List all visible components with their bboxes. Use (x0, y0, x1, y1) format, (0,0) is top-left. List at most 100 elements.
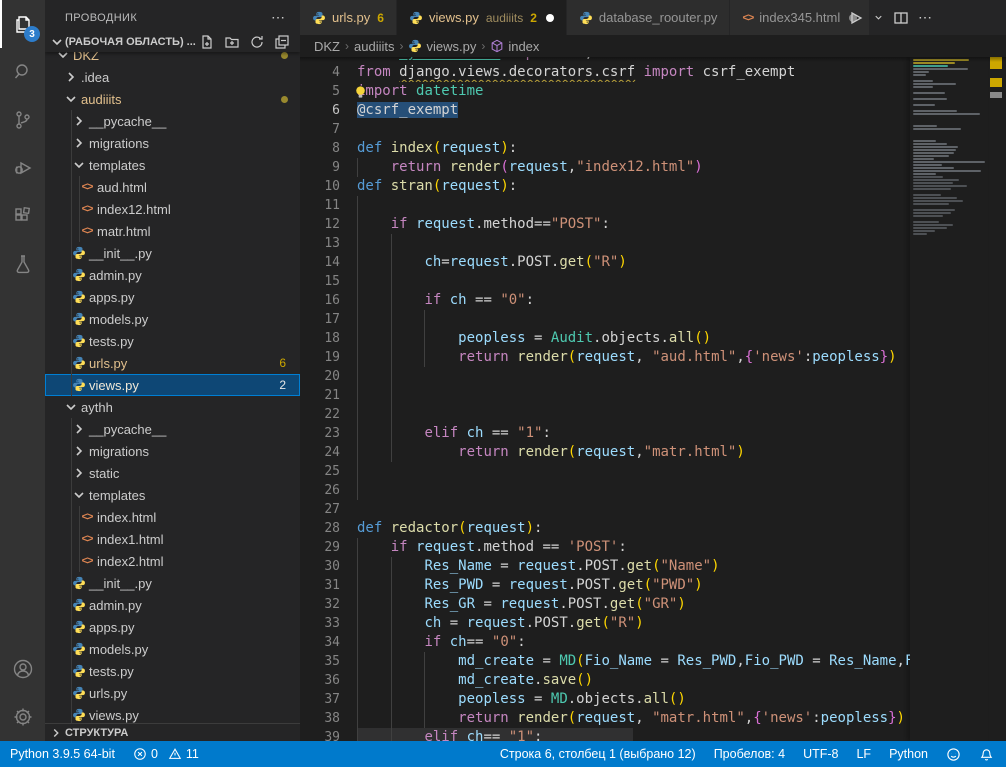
tab-database-roouter-py[interactable]: database_roouter.py (567, 0, 731, 35)
minimap-line (913, 83, 956, 85)
notifications-bell-icon[interactable] (979, 747, 994, 762)
run-python-file-icon[interactable] (846, 9, 864, 27)
tab-views-py[interactable]: views.pyaudiiits2 (397, 0, 567, 35)
line-number: 21 (300, 386, 340, 405)
refresh-icon[interactable] (249, 34, 265, 50)
minimap-line (913, 86, 933, 88)
sidebar-item-templates[interactable]: templates (45, 484, 300, 506)
code-line: 18 peopless = Audit.objects.all() (300, 329, 910, 348)
sidebar-item-admin-py[interactable]: admin.py (45, 264, 300, 286)
python-file-icon (72, 268, 86, 282)
sidebar-item-models-py[interactable]: models.py (45, 638, 300, 660)
new-folder-icon[interactable] (224, 34, 240, 50)
status-bar: Python 3.9.5 64-bit 0 11 Строка 6, столб… (0, 741, 1006, 767)
minimap-line (913, 62, 955, 64)
sidebar-item-aythh[interactable]: aythh (45, 396, 300, 418)
breadcrumb-separator: › (481, 39, 485, 53)
sidebar-item-migrations[interactable]: migrations (45, 132, 300, 154)
minimap-line (913, 221, 939, 223)
sidebar-item-tests-py[interactable]: tests.py (45, 660, 300, 682)
python-file-icon (72, 356, 86, 370)
sidebar-item--init-py[interactable]: __init__.py (45, 572, 300, 594)
eol-status[interactable]: LF (856, 747, 871, 761)
new-file-icon[interactable] (199, 34, 215, 50)
breadcrumb-item-index[interactable]: index (490, 39, 539, 54)
code-line: 35 md_create = MD(Fio_Name = Res_PWD,Fio… (300, 652, 910, 671)
code-line: 12 if request.method=="POST": (300, 215, 910, 234)
sidebar-item-models-py[interactable]: models.py (45, 308, 300, 330)
sidebar-item-index2-html[interactable]: <>index2.html (45, 550, 300, 572)
html-file-icon: <> (82, 203, 93, 215)
explorer-more-icon[interactable]: ⋯ (271, 9, 286, 26)
explorer-icon[interactable]: 3 (0, 0, 45, 48)
breadcrumb-item-DKZ[interactable]: DKZ (314, 39, 340, 54)
python-file-icon (312, 11, 326, 25)
python-file-icon (72, 334, 86, 348)
run-dropdown-chevron-icon[interactable] (873, 12, 884, 23)
code-line: 31 Res_PWD = request.POST.get("PWD") (300, 576, 910, 595)
minimap-line (913, 158, 934, 160)
sidebar-item-aud-html[interactable]: <>aud.html (45, 176, 300, 198)
sidebar-item-index-html[interactable]: <>index.html (45, 506, 300, 528)
breadcrumb-item-views-py[interactable]: views.py (408, 39, 476, 54)
sidebar-item--pycache-[interactable]: __pycache__ (45, 110, 300, 132)
python-interpreter-status[interactable]: Python 3.9.5 64-bit (10, 747, 115, 761)
sidebar-item-urls-py[interactable]: urls.py (45, 682, 300, 704)
code-line: 26 (300, 481, 910, 500)
minimap-line (913, 224, 953, 226)
extensions-icon[interactable] (0, 192, 45, 240)
line-number: 35 (300, 652, 340, 671)
feedback-icon[interactable] (946, 747, 961, 762)
search-icon[interactable] (0, 48, 45, 96)
chevron-down-icon (49, 34, 65, 50)
editor-group: urls.py6views.pyaudiiits2database_rooute… (300, 0, 1006, 741)
settings-gear-icon[interactable] (0, 693, 45, 741)
account-icon[interactable] (0, 645, 45, 693)
editor-actions: ⋯ (846, 0, 933, 35)
sidebar-item-index1-html[interactable]: <>index1.html (45, 528, 300, 550)
sidebar-item-index12-html[interactable]: <>index12.html (45, 198, 300, 220)
problems-status[interactable]: 0 11 (133, 747, 199, 761)
sidebar-item--init-py[interactable]: __init__.py (45, 242, 300, 264)
sidebar-item-matr-html[interactable]: <>matr.html (45, 220, 300, 242)
source-control-icon[interactable] (0, 96, 45, 144)
sidebar-item-views-py[interactable]: views.py2 (45, 374, 300, 396)
split-editor-icon[interactable] (893, 10, 909, 26)
sidebar-item-apps-py[interactable]: apps.py (45, 616, 300, 638)
code-editor[interactable]: 3from aythh.models import MD,Audit4from … (300, 57, 1006, 741)
sidebar-item-audiiits[interactable]: audiiits (45, 88, 300, 110)
cursor-position-status[interactable]: Строка 6, столбец 1 (выбрано 12) (500, 747, 696, 761)
indentation-status[interactable]: Пробелов: 4 (714, 747, 785, 761)
minimap-line (913, 179, 959, 181)
tab-problems-badge: 6 (377, 11, 384, 25)
outline-section-header[interactable]: СТРУКТУРА (45, 723, 300, 741)
html-file-icon: <> (82, 555, 93, 567)
sidebar-item--pycache-[interactable]: __pycache__ (45, 418, 300, 440)
testing-icon[interactable] (0, 240, 45, 288)
sidebar-item-static[interactable]: static (45, 462, 300, 484)
sidebar-item-templates[interactable]: templates (45, 154, 300, 176)
tab-problems-badge: 2 (530, 11, 537, 25)
run-debug-icon[interactable] (0, 144, 45, 192)
line-number: 33 (300, 614, 340, 633)
python-file-icon (72, 598, 86, 612)
sidebar-item-admin-py[interactable]: admin.py (45, 594, 300, 616)
sidebar-item-apps-py[interactable]: apps.py (45, 286, 300, 308)
editor-more-icon[interactable]: ⋯ (918, 9, 933, 26)
line-number: 34 (300, 633, 340, 652)
sidebar-item-migrations[interactable]: migrations (45, 440, 300, 462)
lightbulb-icon[interactable] (354, 85, 367, 99)
minimap-line (913, 200, 963, 202)
sidebar-item-urls-py[interactable]: urls.py6 (45, 352, 300, 374)
encoding-status[interactable]: UTF-8 (803, 747, 838, 761)
code-line: 27 (300, 500, 910, 519)
sidebar-item-tests-py[interactable]: tests.py (45, 330, 300, 352)
code-line: 8def index(request): (300, 139, 910, 158)
language-mode-status[interactable]: Python (889, 747, 928, 761)
workspace-section-header[interactable]: (РАБОЧАЯ ОБЛАСТЬ) ... (45, 32, 300, 52)
collapse-all-icon[interactable] (274, 34, 290, 50)
breadcrumb-item-audiiits[interactable]: audiiits (354, 39, 394, 54)
sidebar-item--idea[interactable]: .idea (45, 66, 300, 88)
minimap[interactable] (910, 57, 988, 741)
tab-urls-py[interactable]: urls.py6 (300, 0, 397, 35)
